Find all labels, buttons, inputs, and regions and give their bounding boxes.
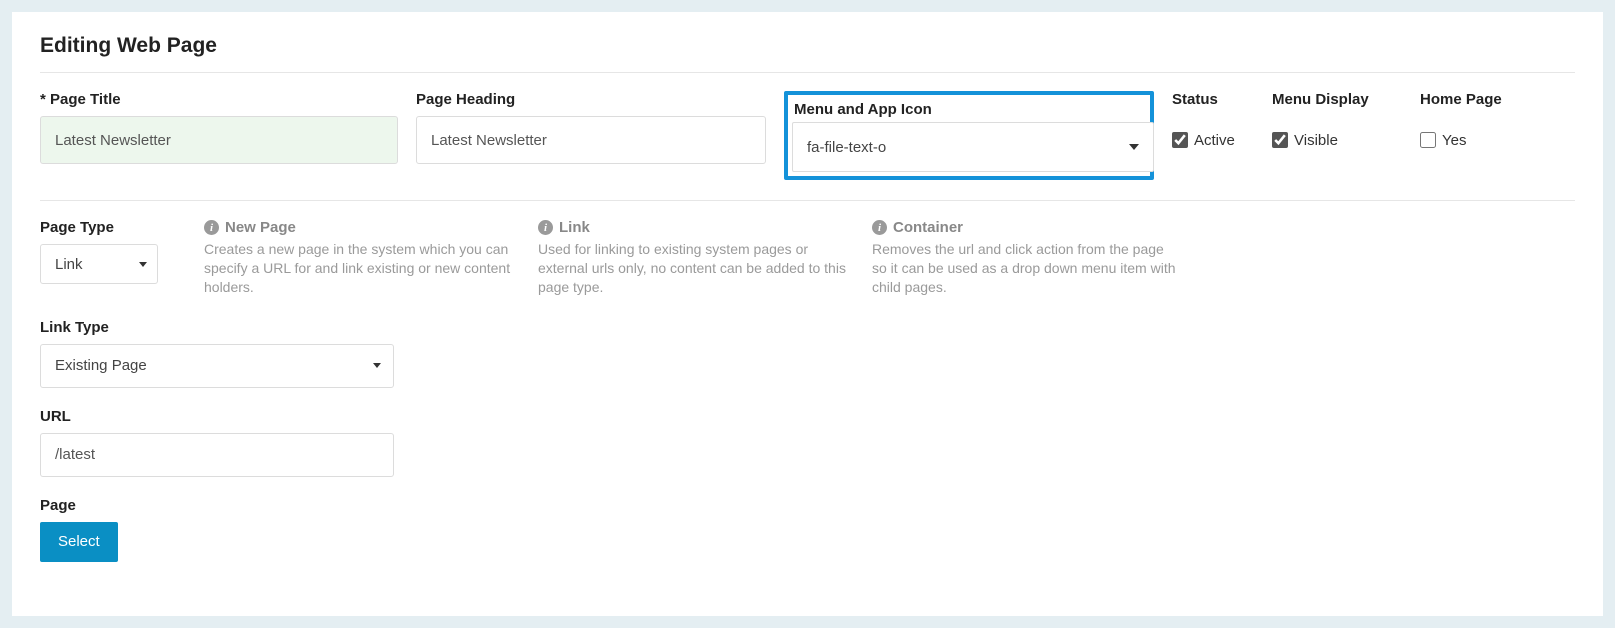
link-type-value: Existing Page xyxy=(55,357,147,374)
info-icon: i xyxy=(872,220,887,235)
page-title-input[interactable] xyxy=(40,116,398,164)
home-page-yes-label: Yes xyxy=(1442,132,1466,149)
divider xyxy=(40,200,1575,201)
field-menu-icon: Menu and App Icon fa-file-text-o xyxy=(784,91,1154,180)
chevron-down-icon xyxy=(373,363,381,368)
field-page-heading: Page Heading xyxy=(416,91,766,164)
divider xyxy=(40,72,1575,73)
chevron-down-icon xyxy=(139,262,147,267)
lower-fields: Link Type Existing Page URL Page Select xyxy=(40,319,400,562)
label-link-type: Link Type xyxy=(40,319,400,336)
field-page-type: Page Type Link xyxy=(40,219,180,284)
status-active-label: Active xyxy=(1194,132,1235,149)
field-page: Page Select xyxy=(40,497,400,562)
info-icon: i xyxy=(538,220,553,235)
desc-new-page-text: Creates a new page in the system which y… xyxy=(204,240,514,297)
label-status: Status xyxy=(1172,91,1254,108)
desc-link-text: Used for linking to existing system page… xyxy=(538,240,848,297)
label-page-title: * Page Title xyxy=(40,91,398,108)
desc-container: i Container Removes the url and click ac… xyxy=(872,219,1182,297)
info-icon: i xyxy=(204,220,219,235)
field-menu-display: Menu Display Visible xyxy=(1272,91,1402,164)
label-home-page: Home Page xyxy=(1420,91,1520,108)
row-page-type: Page Type Link i New Page Creates a new … xyxy=(40,219,1575,297)
page-heading-input[interactable] xyxy=(416,116,766,164)
desc-new-page: i New Page Creates a new page in the sys… xyxy=(204,219,514,297)
label-page-type: Page Type xyxy=(40,219,180,236)
desc-container-text: Removes the url and click action from th… xyxy=(872,240,1182,297)
label-page: Page xyxy=(40,497,400,514)
label-page-heading: Page Heading xyxy=(416,91,766,108)
label-menu-icon: Menu and App Icon xyxy=(788,95,1150,118)
desc-link: i Link Used for linking to existing syst… xyxy=(538,219,848,297)
menu-icon-value: fa-file-text-o xyxy=(807,139,886,156)
menu-icon-highlight-box: Menu and App Icon fa-file-text-o xyxy=(784,91,1154,180)
field-home-page: Home Page Yes xyxy=(1420,91,1520,164)
status-active-checkbox[interactable] xyxy=(1172,132,1188,148)
home-page-yes-checkbox[interactable] xyxy=(1420,132,1436,148)
menu-display-visible-checkbox[interactable] xyxy=(1272,132,1288,148)
field-page-title: * Page Title xyxy=(40,91,398,164)
url-input[interactable] xyxy=(40,433,394,477)
link-type-select[interactable]: Existing Page xyxy=(40,344,394,388)
label-menu-display: Menu Display xyxy=(1272,91,1402,108)
select-page-button[interactable]: Select xyxy=(40,522,118,562)
page-type-value: Link xyxy=(55,256,83,273)
label-url: URL xyxy=(40,408,400,425)
desc-new-page-title: New Page xyxy=(225,219,296,236)
menu-display-visible-label: Visible xyxy=(1294,132,1338,149)
page-title: Editing Web Page xyxy=(40,34,1575,58)
field-status: Status Active xyxy=(1172,91,1254,164)
desc-link-title: Link xyxy=(559,219,590,236)
editing-panel: Editing Web Page * Page Title Page Headi… xyxy=(12,12,1603,616)
field-url: URL xyxy=(40,408,400,477)
menu-icon-select[interactable]: fa-file-text-o xyxy=(792,122,1154,172)
field-link-type: Link Type Existing Page xyxy=(40,319,400,388)
chevron-down-icon xyxy=(1129,144,1139,150)
page-type-select[interactable]: Link xyxy=(40,244,158,284)
desc-container-title: Container xyxy=(893,219,963,236)
row-primary-fields: * Page Title Page Heading Menu and App I… xyxy=(40,91,1575,180)
